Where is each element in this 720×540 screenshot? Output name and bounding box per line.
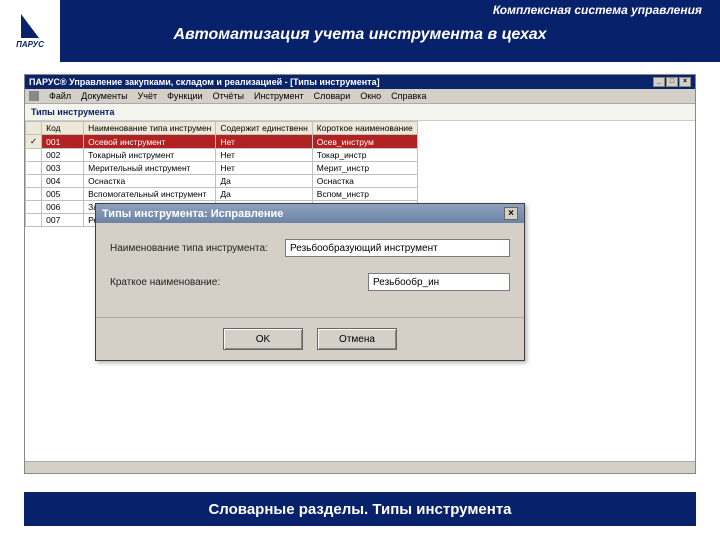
cell-check[interactable] bbox=[26, 175, 42, 188]
maximize-icon[interactable]: □ bbox=[666, 77, 678, 87]
input-short[interactable] bbox=[368, 273, 510, 291]
window-controls: _ □ × bbox=[653, 77, 691, 87]
menu-tool[interactable]: Инструмент bbox=[254, 91, 304, 101]
status-bar bbox=[25, 461, 695, 473]
cell-name: Мерительный инструмент bbox=[84, 162, 216, 175]
cell-short: Токар_инстр bbox=[312, 149, 417, 162]
dialog-title-text: Типы инструмента: Исправление bbox=[102, 208, 283, 220]
cell-short: Мерит_инстр bbox=[312, 162, 417, 175]
cell-code: 001 bbox=[42, 135, 84, 149]
dialog-titlebar[interactable]: Типы инструмента: Исправление × bbox=[96, 204, 524, 223]
cell-check[interactable] bbox=[26, 214, 42, 227]
cell-code: 007 bbox=[42, 214, 84, 227]
table-row[interactable]: ✓001Осевой инструментНетОсев_инструм bbox=[26, 135, 418, 149]
app-menu-icon[interactable] bbox=[29, 91, 39, 101]
cell-single: Нет bbox=[216, 149, 312, 162]
close-icon[interactable]: × bbox=[679, 77, 691, 87]
section-title: Типы инструмента bbox=[25, 104, 695, 121]
table-row[interactable]: 003Мерительный инструментНетМерит_инстр bbox=[26, 162, 418, 175]
minimize-icon[interactable]: _ bbox=[653, 77, 665, 87]
col-single[interactable]: Содержит единственн bbox=[216, 122, 312, 135]
brand-text: ПАРУС bbox=[16, 40, 44, 49]
cell-name: Осевой инструмент bbox=[84, 135, 216, 149]
cell-name: Оснастка bbox=[84, 175, 216, 188]
table-row[interactable]: 002Токарный инструментНетТокар_инстр bbox=[26, 149, 418, 162]
brand-logo: ПАРУС bbox=[0, 0, 60, 62]
col-check[interactable] bbox=[26, 122, 42, 135]
cell-code: 004 bbox=[42, 175, 84, 188]
label-name: Наименование типа инструмента: bbox=[110, 243, 285, 254]
footer-text: Словарные разделы. Типы инструмента bbox=[208, 501, 511, 518]
cell-code: 002 bbox=[42, 149, 84, 162]
menu-window[interactable]: Окно bbox=[360, 91, 381, 101]
cell-check[interactable] bbox=[26, 201, 42, 214]
edit-dialog: Типы инструмента: Исправление × Наименов… bbox=[95, 203, 525, 361]
col-short[interactable]: Короткое наименование bbox=[312, 122, 417, 135]
cell-code: 006 bbox=[42, 201, 84, 214]
cell-single: Нет bbox=[216, 135, 312, 149]
system-label: Комплексная система управления bbox=[493, 3, 702, 17]
app-window: ПАРУС® Управление закупками, складом и р… bbox=[24, 74, 696, 474]
menu-dicts[interactable]: Словари bbox=[314, 91, 351, 101]
cell-name: Токарный инструмент bbox=[84, 149, 216, 162]
col-name[interactable]: Наименование типа инструмен bbox=[84, 122, 216, 135]
slide-footer: Словарные разделы. Типы инструмента bbox=[24, 492, 696, 526]
cell-code: 005 bbox=[42, 188, 84, 201]
cell-name: Вспомогательный инструмент bbox=[84, 188, 216, 201]
cell-single: Да bbox=[216, 188, 312, 201]
menu-docs[interactable]: Документы bbox=[81, 91, 127, 101]
cell-single: Да bbox=[216, 175, 312, 188]
ok-button[interactable]: OK bbox=[223, 328, 303, 350]
cell-check[interactable] bbox=[26, 162, 42, 175]
label-short: Краткое наименование: bbox=[110, 277, 285, 288]
menu-acct[interactable]: Учёт bbox=[138, 91, 158, 101]
table-row[interactable]: 004ОснасткаДаОснастка bbox=[26, 175, 418, 188]
dialog-close-icon[interactable]: × bbox=[504, 207, 518, 220]
cell-short: Вспом_инстр bbox=[312, 188, 417, 201]
cell-code: 003 bbox=[42, 162, 84, 175]
sail-icon bbox=[21, 14, 39, 38]
menu-file[interactable]: Файл bbox=[49, 91, 71, 101]
cell-short: Оснастка bbox=[312, 175, 417, 188]
window-title-text: ПАРУС® Управление закупками, складом и р… bbox=[29, 77, 380, 87]
menubar: Файл Документы Учёт Функции Отчёты Инстр… bbox=[25, 89, 695, 104]
table-row[interactable]: 005Вспомогательный инструментДаВспом_инс… bbox=[26, 188, 418, 201]
cell-short: Осев_инструм bbox=[312, 135, 417, 149]
cell-check[interactable] bbox=[26, 149, 42, 162]
menu-func[interactable]: Функции bbox=[167, 91, 202, 101]
cell-check[interactable] bbox=[26, 188, 42, 201]
slide-header: ПАРУС Комплексная система управления Авт… bbox=[0, 0, 720, 62]
col-code[interactable]: Код bbox=[42, 122, 84, 135]
cancel-button[interactable]: Отмена bbox=[317, 328, 397, 350]
cell-single: Нет bbox=[216, 162, 312, 175]
page-title: Автоматизация учета инструмента в цехах bbox=[0, 20, 720, 44]
cell-check[interactable]: ✓ bbox=[26, 135, 42, 149]
input-name[interactable] bbox=[285, 239, 510, 257]
window-titlebar[interactable]: ПАРУС® Управление закупками, складом и р… bbox=[25, 75, 695, 89]
menu-help[interactable]: Справка bbox=[391, 91, 426, 101]
menu-reports[interactable]: Отчёты bbox=[213, 91, 244, 101]
